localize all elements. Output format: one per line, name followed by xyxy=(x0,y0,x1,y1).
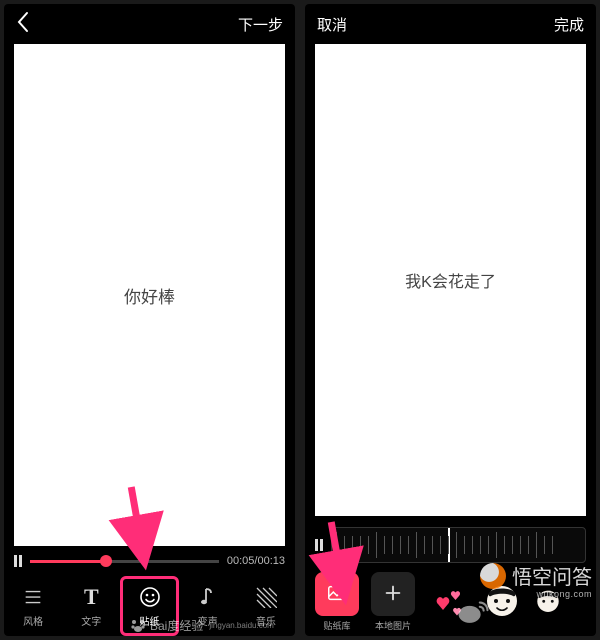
weibo-icon xyxy=(456,597,490,625)
lib-label: 本地图片 xyxy=(375,619,411,632)
canvas-text-right: 我K会花走了 xyxy=(405,268,496,292)
wukong-watermark: 悟空问答 wukong.com xyxy=(480,561,592,590)
pause-icon[interactable] xyxy=(14,555,22,567)
topbar-right: 取消 完成 xyxy=(305,4,596,44)
text-icon: T xyxy=(78,584,104,610)
plus-icon xyxy=(382,582,404,606)
wukong-logo-icon xyxy=(480,563,506,589)
smile-icon xyxy=(137,584,163,610)
tab-label: 文字 xyxy=(81,613,101,628)
video-canvas-right[interactable]: 我K会花走了 xyxy=(315,44,586,516)
topbar-left: 下一步 xyxy=(4,4,295,44)
progress-row: 00:05/00:13 xyxy=(4,546,295,576)
phone-left: 下一步 你好棒 00:05/00:13 风格 xyxy=(4,4,295,636)
done-button[interactable]: 完成 xyxy=(554,14,584,35)
timeline-scrubber[interactable] xyxy=(331,527,586,563)
next-button[interactable]: 下一步 xyxy=(238,14,283,35)
baidu-watermark: Bai度经验 jingyan.baidu.com xyxy=(130,617,274,634)
back-icon[interactable] xyxy=(16,11,30,37)
note-icon xyxy=(195,584,221,610)
time-display: 00:05/00:13 xyxy=(227,555,285,567)
sticker-library-button[interactable]: 贴纸库 xyxy=(313,572,361,632)
progress-track[interactable] xyxy=(30,560,219,563)
tab-label: 风格 xyxy=(23,613,43,628)
progress-knob[interactable] xyxy=(100,555,112,567)
weibo-watermark xyxy=(456,597,490,630)
lines-icon xyxy=(253,584,279,610)
lib-label: 贴纸库 xyxy=(323,619,350,632)
pause-icon[interactable] xyxy=(315,539,323,551)
tab-text[interactable]: T 文字 xyxy=(62,576,120,636)
local-image-button[interactable]: 本地图片 xyxy=(369,572,417,632)
sparkle-icon xyxy=(20,584,46,610)
canvas-text-left: 你好棒 xyxy=(124,283,175,308)
video-canvas-left[interactable]: 你好棒 xyxy=(14,44,285,546)
phone-right: 取消 完成 我K会花走了 贴纸库 xyxy=(305,4,596,636)
paw-icon xyxy=(130,618,146,634)
cancel-button[interactable]: 取消 xyxy=(317,14,347,35)
image-icon xyxy=(326,582,348,606)
tab-style[interactable]: 风格 xyxy=(4,576,62,636)
